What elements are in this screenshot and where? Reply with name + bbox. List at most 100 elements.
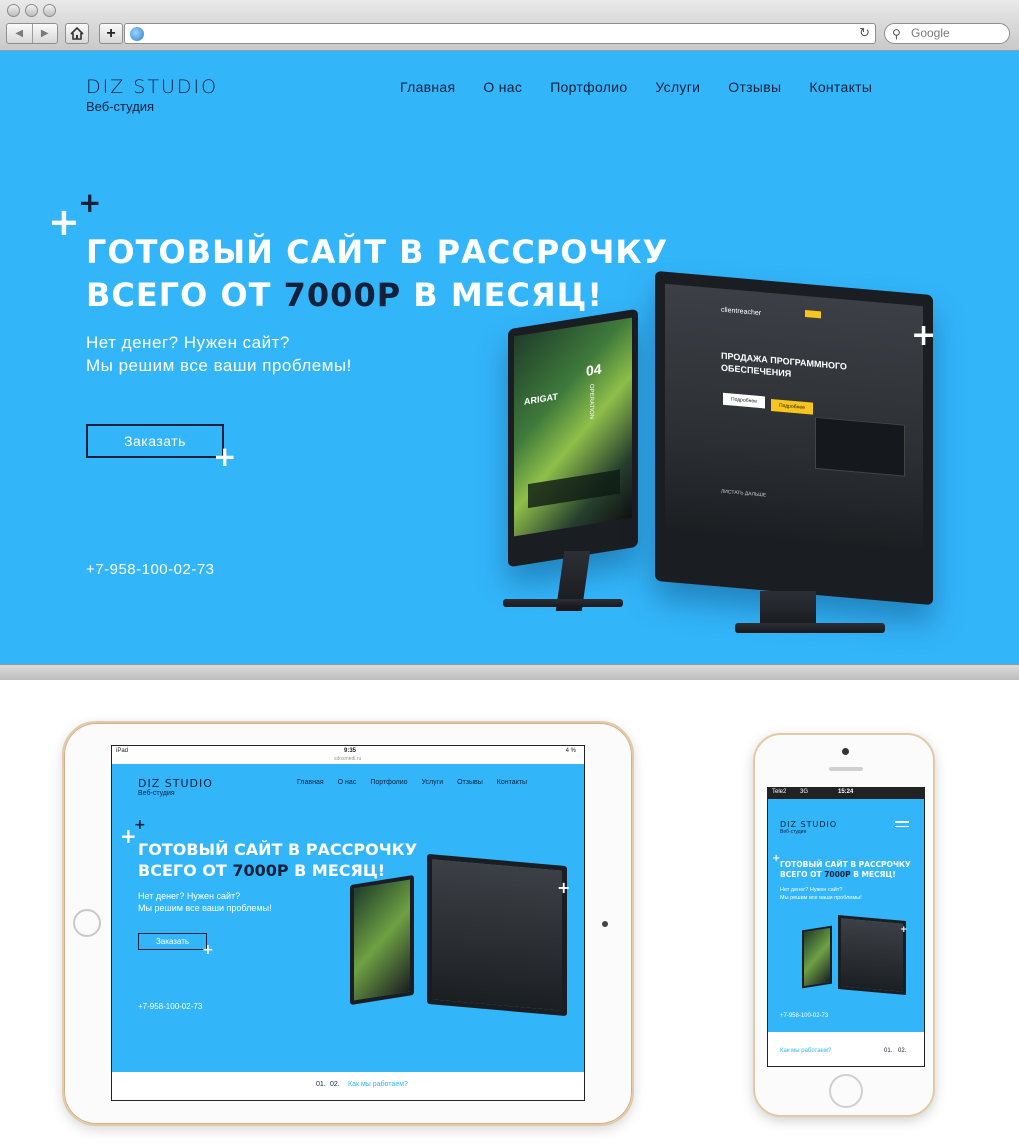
right-screen-code-panel xyxy=(815,416,905,477)
plus-decoration-icon: + xyxy=(202,942,214,958)
left-screen-brand: ARIGAT xyxy=(524,391,558,407)
right-monitor-screen: clientreacher ПРОДАЖА ПРОГРАММНОГО ОБЕСП… xyxy=(665,283,923,551)
right-screen-badge xyxy=(805,309,821,319)
iphone-mockup: Tele2 3G 15:24 DIZ STUDIO Веб-студия + Г… xyxy=(753,733,935,1117)
browser-toolbar: ◀ ▶ + ↻ ⚲ Google xyxy=(0,0,1019,51)
plus-decoration-icon: + xyxy=(557,878,571,897)
iphone-camera-icon xyxy=(842,748,849,755)
ipad-status-battery: 4 % xyxy=(565,748,576,754)
new-tab-icon: + xyxy=(106,24,116,42)
search-input[interactable]: ⚲ Google xyxy=(884,23,1010,44)
ipad-phone[interactable]: +7-958-100-02-73 xyxy=(138,1002,202,1011)
right-screen-button-1: Подробнее xyxy=(723,392,765,409)
ipad-monitor-right xyxy=(427,853,567,1017)
ipad-headline: ГОТОВЫЙ САЙТ В РАССРОЧКУ ВСЕГО ОТ 7000Р … xyxy=(138,839,417,881)
ipad-order-button[interactable]: Заказать xyxy=(138,933,207,950)
ipad-mockup: iPad 9:35 4 % sdosmedi.ru DIZ STUDIO Веб… xyxy=(62,721,634,1126)
menu-item-portfolio[interactable]: Портфолио xyxy=(550,79,627,95)
site-viewport: DIZ STUDIO Веб-студия Главная О нас Порт… xyxy=(0,51,1019,664)
left-screen-thumbnails xyxy=(528,469,620,509)
iphone-logo: DIZ STUDIO xyxy=(780,820,838,829)
ipad-bottom-section: 01. 02. Как мы работаем? xyxy=(112,1072,584,1100)
menu-item-contacts[interactable]: Контакты xyxy=(809,79,872,95)
left-screen-vertical-text: OPERATION xyxy=(588,383,594,420)
headline-line-2: ВСЕГО ОТ 7000Р В МЕСЯЦ! xyxy=(86,274,668,317)
menu-item-services[interactable]: Услуги xyxy=(655,79,700,95)
iphone-monitor-right xyxy=(838,915,906,995)
browser-status-bar xyxy=(0,664,1019,680)
iphone-status-bar: Tele2 3G 15:24 xyxy=(768,788,924,799)
right-screen-button-2: Подробнее xyxy=(771,398,813,415)
plus-decoration-icon: + xyxy=(900,925,908,935)
ipad-menu: Главная О нас Портфолио Услуги Отзывы Ко… xyxy=(297,779,527,786)
menu-item-home[interactable]: Главная xyxy=(400,79,455,95)
plus-decoration-icon: + xyxy=(78,186,102,219)
address-bar[interactable]: ↻ xyxy=(124,23,876,44)
ipad-url: sdosmedi.ru xyxy=(334,756,362,762)
search-placeholder: Google xyxy=(911,26,950,40)
ipad-subtitle: Нет денег? Нужен сайт? Мы решим все ваши… xyxy=(138,891,272,913)
ipad-monitor-left xyxy=(350,874,414,1006)
subtitle-line-2: Мы решим все ваши проблемы! xyxy=(86,356,352,375)
order-button[interactable]: Заказать xyxy=(86,424,224,458)
ipad-menu-item[interactable]: О нас xyxy=(338,779,357,786)
hamburger-menu-icon[interactable] xyxy=(895,821,909,827)
site-logo[interactable]: DIZ STUDIO Веб-студия xyxy=(86,76,218,114)
ipad-how-we-work-link[interactable]: Как мы работаем? xyxy=(348,1081,408,1088)
hero-subtitle: Нет денег? Нужен сайт? Мы решим все ваши… xyxy=(86,331,352,377)
iphone-phone[interactable]: +7-958-100-02-73 xyxy=(780,1013,828,1019)
ipad-status-bar: iPad 9:35 4 % sdosmedi.ru xyxy=(112,746,584,764)
ipad-status-time: 9:35 xyxy=(344,748,357,754)
headline-prefix: ВСЕГО ОТ xyxy=(86,276,284,314)
ipad-menu-item[interactable]: Услуги xyxy=(422,779,444,786)
ipad-logo-subtitle: Веб-студия xyxy=(138,790,175,797)
iphone-time: 15:24 xyxy=(838,789,854,795)
ipad-menu-item[interactable]: Отзывы xyxy=(457,779,483,786)
ipad-camera-icon xyxy=(602,921,608,927)
ipad-logo: DIZ STUDIO xyxy=(138,777,213,790)
plus-decoration-icon: + xyxy=(911,318,937,353)
home-icon xyxy=(70,27,84,40)
order-button-label: Заказать xyxy=(124,433,186,449)
iphone-carrier: Tele2 xyxy=(772,789,787,795)
plus-decoration-icon: + xyxy=(48,200,80,244)
iphone-logo-subtitle: Веб-студия xyxy=(780,829,807,835)
iphone-speaker xyxy=(829,767,863,771)
ipad-step-number: 02. xyxy=(330,1081,340,1088)
minimize-window-button[interactable] xyxy=(25,4,38,17)
new-tab-button[interactable]: + xyxy=(99,23,123,44)
hero-headline: ГОТОВЫЙ САЙТ В РАССРОЧКУ ВСЕГО ОТ 7000Р … xyxy=(86,231,668,317)
iphone-monitor-left xyxy=(802,925,832,989)
zoom-window-button[interactable] xyxy=(43,4,56,17)
phone-number[interactable]: +7-958-100-02-73 xyxy=(86,561,215,578)
back-icon[interactable]: ◀ xyxy=(7,24,32,43)
iphone-home-button xyxy=(829,1074,863,1108)
headline-line-1: ГОТОВЫЙ САЙТ В РАССРОЧКУ xyxy=(86,233,669,271)
ipad-headline-line-2: ВСЕГО ОТ 7000Р В МЕСЯЦ! xyxy=(138,861,385,880)
right-screen-brand: clientreacher xyxy=(721,306,762,318)
ipad-menu-item[interactable]: Портфолио xyxy=(370,779,407,786)
reload-icon[interactable]: ↻ xyxy=(859,25,870,41)
home-button[interactable] xyxy=(65,23,89,44)
menu-item-reviews[interactable]: Отзывы xyxy=(728,79,781,95)
plus-decoration-icon: + xyxy=(213,440,237,473)
iphone-bottom-section: Как мы работаем? 01. 02. xyxy=(768,1032,924,1066)
ipad-headline-line-1: ГОТОВЫЙ САЙТ В РАССРОЧКУ xyxy=(138,840,418,859)
ipad-menu-item[interactable]: Контакты xyxy=(497,779,527,786)
ipad-home-button xyxy=(73,909,101,937)
right-screen-footer: ЛИСТАТЬ ДАЛЬШЕ xyxy=(721,488,767,499)
ipad-menu-item[interactable]: Главная xyxy=(297,779,324,786)
iphone-headline: ГОТОВЫЙ САЙТ В РАССРОЧКУ ВСЕГО ОТ 7000Р … xyxy=(780,860,911,879)
iphone-subtitle: Нет денег? Нужен сайт? Мы решим все ваши… xyxy=(780,887,862,901)
ipad-screen: iPad 9:35 4 % sdosmedi.ru DIZ STUDIO Веб… xyxy=(111,745,585,1101)
headline-suffix: В МЕСЯЦ! xyxy=(401,276,603,314)
iphone-how-we-work-link[interactable]: Как мы работаем? xyxy=(780,1048,831,1054)
forward-icon[interactable]: ▶ xyxy=(31,24,58,43)
close-window-button[interactable] xyxy=(7,4,20,17)
left-screen-badge: 04 xyxy=(586,360,602,379)
menu-item-about[interactable]: О нас xyxy=(483,79,522,95)
headline-price: 7000Р xyxy=(283,276,402,314)
ipad-step-number: 01. xyxy=(316,1081,326,1088)
plus-decoration-icon: + xyxy=(134,817,146,833)
ipad-status-device: iPad xyxy=(116,748,129,754)
